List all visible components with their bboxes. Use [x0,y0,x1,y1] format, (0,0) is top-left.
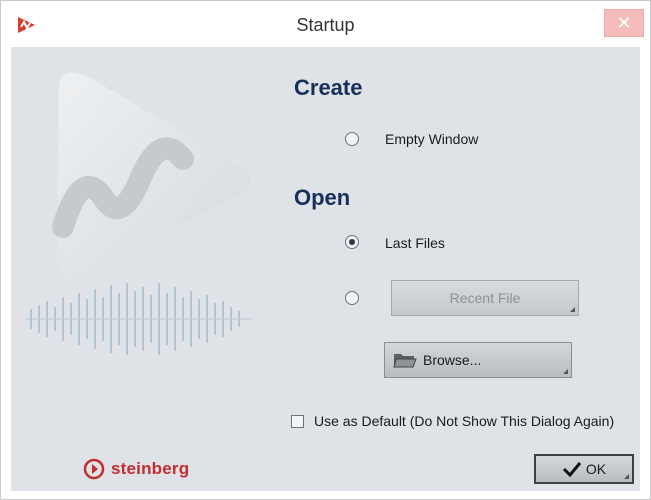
use-as-default-label[interactable]: Use as Default (Do Not Show This Dialog … [314,413,614,429]
folder-icon [393,354,417,368]
close-button[interactable]: ✕ [604,9,644,37]
checkmark-icon [562,462,582,477]
ok-button[interactable]: OK [534,454,634,484]
window-title: Startup [296,15,355,35]
browse-button[interactable]: Browse... [384,342,572,378]
recent-file-dropdown[interactable]: Recent File [391,280,579,316]
close-icon: ✕ [616,12,632,33]
use-as-default-checkbox[interactable] [291,415,304,428]
button-corner-icon [624,474,629,479]
steinberg-logo-icon [83,458,105,480]
dropdown-corner-icon [570,307,575,312]
create-heading: Create [294,75,363,100]
last-files-label[interactable]: Last Files [385,235,445,251]
dialog-body: Create Empty Window Open Last Files Rece… [11,47,640,491]
empty-window-label[interactable]: Empty Window [385,131,478,147]
startup-dialog: Startup ✕ Create Empty Window Open Last … [0,0,651,500]
title-bar: Startup ✕ [1,1,650,47]
recent-file-radio[interactable] [345,291,359,305]
recent-file-label: Recent File [449,290,521,306]
steinberg-logo: steinberg [83,457,189,481]
empty-window-radio[interactable] [345,132,359,146]
last-files-radio[interactable] [345,235,359,249]
open-heading: Open [294,185,351,210]
button-corner-icon [563,369,568,374]
browse-label: Browse... [423,352,482,368]
ok-label: OK [585,461,607,477]
steinberg-logo-text: steinberg [111,459,190,478]
wavelab-artwork [25,72,251,355]
